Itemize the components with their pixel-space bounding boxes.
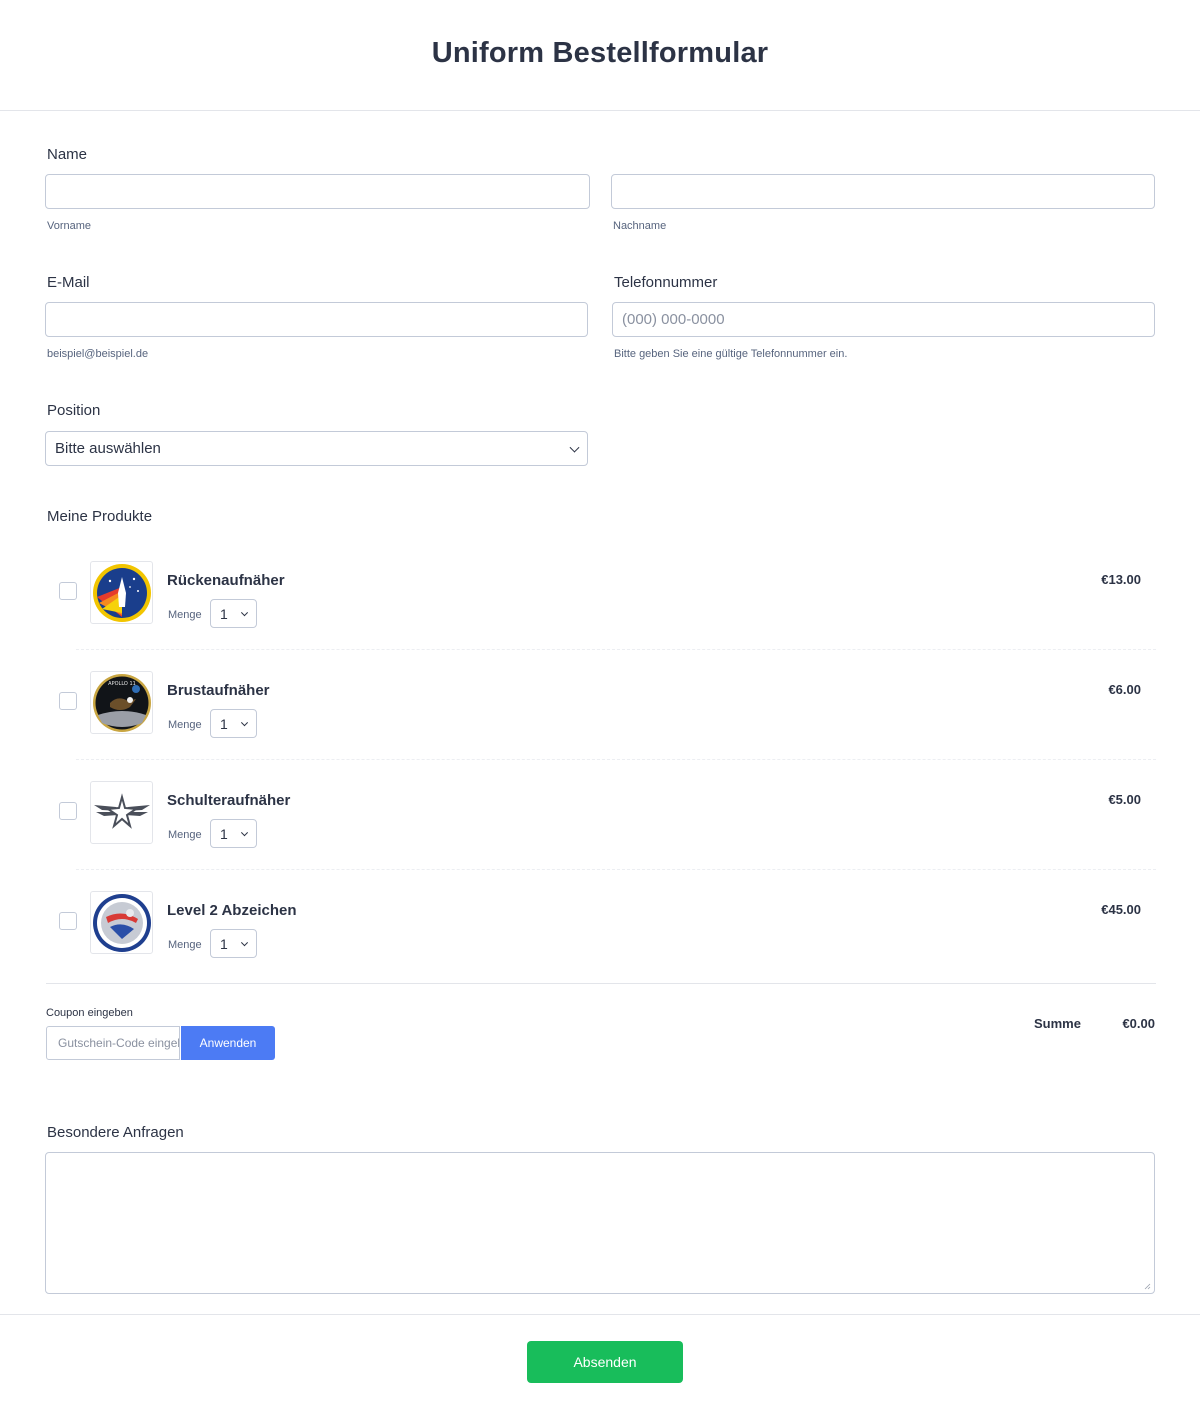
resize-grip-icon[interactable] — [1144, 1283, 1151, 1290]
requests-label: Besondere Anfragen — [47, 1124, 184, 1141]
mission-badge-icon — [92, 893, 151, 952]
quantity-label: Menge — [168, 609, 202, 621]
product-checkbox[interactable] — [59, 802, 77, 820]
email-field[interactable] — [45, 302, 588, 337]
product-item-schulteraufnaeher: Schulteraufnäher Menge 1 €5.00 — [46, 771, 1156, 881]
product-price: €13.00 — [1101, 572, 1141, 587]
winged-star-patch-icon — [93, 792, 150, 829]
coupon-label: Coupon eingeben — [46, 1007, 133, 1019]
quantity-value: 1 — [220, 715, 228, 732]
last-name-sublabel: Nachname — [613, 220, 667, 232]
product-name: Rückenaufnäher — [167, 572, 285, 589]
phone-label: Telefonnummer — [614, 274, 718, 291]
first-name-input[interactable] — [45, 174, 590, 209]
form-header: Uniform Bestellformular — [0, 0, 1200, 111]
quantity-value: 1 — [220, 935, 228, 952]
form-title: Uniform Bestellformular — [431, 37, 769, 69]
quantity-value: 1 — [220, 605, 228, 622]
divider — [76, 649, 1156, 650]
email-sublabel: beispiel@beispiel.de — [47, 348, 149, 360]
chevron-down-icon — [240, 938, 249, 946]
product-checkbox[interactable] — [59, 582, 77, 600]
shuttle-patch-icon — [92, 563, 151, 622]
total-value: €0.00 — [1122, 1016, 1155, 1031]
first-name-sublabel: Vorname — [47, 220, 92, 232]
phone-sublabel: Bitte geben Sie eine gültige Telefonnumm… — [614, 348, 848, 360]
product-image — [90, 891, 153, 954]
quantity-select[interactable]: 1 — [210, 819, 257, 848]
phone-field[interactable]: (000) 000-0000 — [612, 302, 1155, 337]
email-label: E-Mail — [47, 274, 90, 291]
product-image — [90, 561, 153, 624]
chevron-down-icon — [569, 442, 580, 453]
last-name-input[interactable] — [611, 174, 1155, 209]
name-label: Name — [47, 146, 88, 163]
product-price: €6.00 — [1108, 682, 1141, 697]
quantity-value: 1 — [220, 825, 228, 842]
position-label: Position — [47, 402, 101, 419]
product-item-rueckenaufnaeher: Rückenaufnäher Menge 1 €13.00 — [46, 551, 1156, 661]
divider — [76, 869, 1156, 870]
product-name: Level 2 Abzeichen — [167, 902, 297, 919]
product-name: Schulteraufnäher — [167, 792, 291, 809]
submit-button[interactable]: Absenden — [527, 1341, 683, 1383]
quantity-select[interactable]: 1 — [210, 599, 257, 628]
position-select[interactable]: Bitte auswählen — [45, 431, 588, 466]
products-divider — [46, 983, 1156, 984]
product-name: Brustaufnäher — [167, 682, 270, 699]
total-label: Summe — [1034, 1016, 1081, 1031]
quantity-label: Menge — [168, 719, 202, 731]
product-item-brustaufnaeher: APOLLO 11 Brustaufnäher Menge 1 €6.00 — [46, 661, 1156, 771]
chevron-down-icon — [240, 608, 249, 616]
svg-text:APOLLO 11: APOLLO 11 — [108, 681, 136, 687]
coupon-input[interactable]: Gutschein-Code eingeben — [46, 1026, 180, 1060]
product-item-level-2-abzeichen: Level 2 Abzeichen Menge 1 €45.00 — [46, 881, 1156, 991]
chevron-down-icon — [240, 828, 249, 836]
divider — [76, 759, 1156, 760]
product-price: €5.00 — [1108, 792, 1141, 807]
product-checkbox[interactable] — [59, 912, 77, 930]
product-price: €45.00 — [1101, 902, 1141, 917]
quantity-label: Menge — [168, 939, 202, 951]
requests-textarea[interactable] — [45, 1152, 1155, 1294]
apollo-11-patch-icon: APOLLO 11 — [92, 673, 151, 732]
quantity-select[interactable]: 1 — [210, 709, 257, 738]
chevron-down-icon — [240, 718, 249, 726]
products-label: Meine Produkte — [47, 508, 153, 525]
product-image — [90, 781, 153, 844]
position-selected-value: Bitte auswählen — [55, 440, 161, 457]
product-checkbox[interactable] — [59, 692, 77, 710]
apply-coupon-button[interactable]: Anwenden — [181, 1026, 275, 1060]
product-image: APOLLO 11 — [90, 671, 153, 734]
quantity-select[interactable]: 1 — [210, 929, 257, 958]
quantity-label: Menge — [168, 829, 202, 841]
